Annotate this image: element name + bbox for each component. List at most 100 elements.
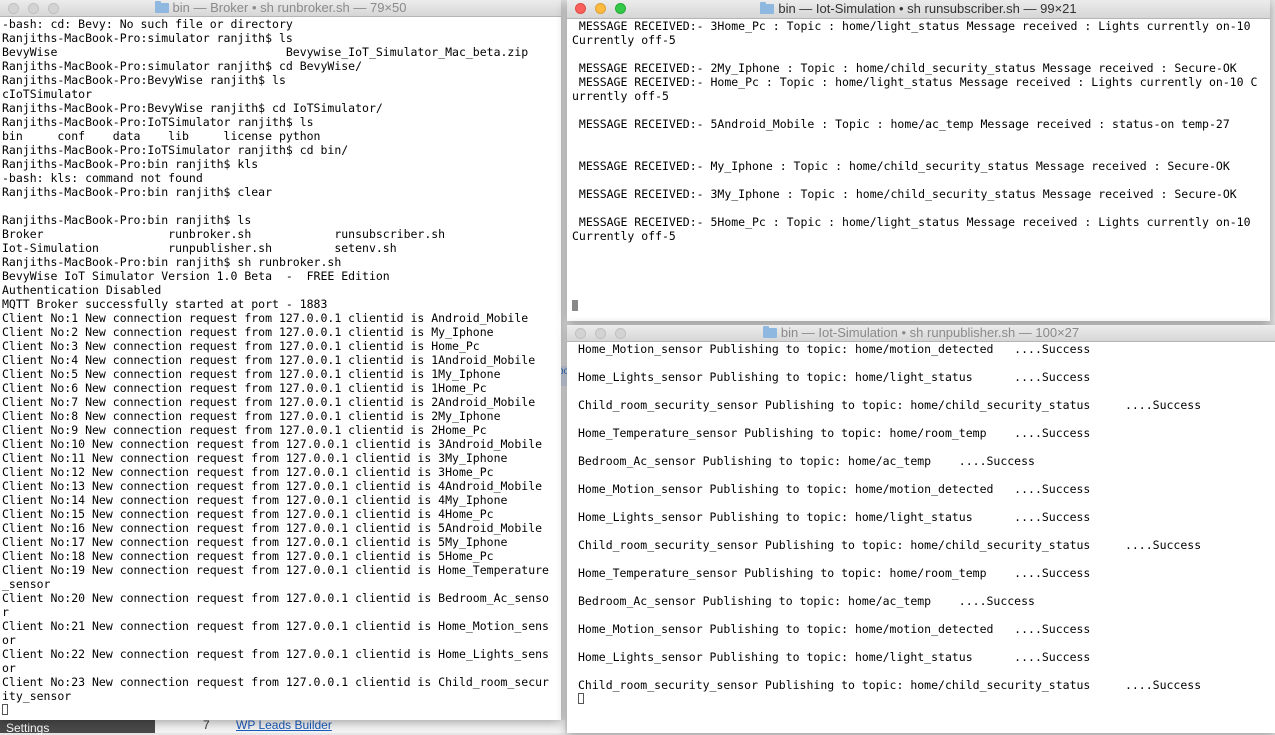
sidebar-settings-label[interactable]: Settings bbox=[6, 722, 49, 734]
terminal-line: Client No:10 New connection request from… bbox=[2, 437, 543, 451]
terminal-line: Client No:4 New connection request from … bbox=[2, 353, 536, 367]
terminal-line: Ranjiths-MacBook-Pro:BevyWise ranjith$ l… bbox=[2, 73, 286, 87]
terminal-line: or bbox=[2, 661, 16, 675]
terminal-line: BevyWise IoT Simulator Version 1.0 Beta … bbox=[2, 269, 390, 283]
terminal-line: Client No:18 New connection request from… bbox=[2, 549, 494, 563]
terminal-line: Home_Lights_sensor Publishing to topic: … bbox=[578, 510, 1091, 524]
terminal-line: Client No:20 New connection request from… bbox=[2, 591, 549, 605]
terminal-line: Home_Temperature_sensor Publishing to to… bbox=[578, 566, 1091, 580]
terminal-line: Ranjiths-MacBook-Pro:simulator ranjith$ … bbox=[2, 59, 363, 73]
terminal-line: Bedroom_Ac_sensor Publishing to topic: h… bbox=[578, 454, 1035, 468]
terminal-line: Client No:5 New connection request from … bbox=[2, 367, 501, 381]
terminal-line: Currently off-5 bbox=[572, 229, 676, 243]
terminal-line: Home_Motion_sensor Publishing to topic: … bbox=[578, 622, 1091, 636]
subscriber-terminal-output[interactable]: MESSAGE RECEIVED:- 3Home_Pc : Topic : ho… bbox=[572, 19, 1270, 321]
publisher-terminal-window[interactable]: bin — Iot-Simulation • sh runpublisher.s… bbox=[567, 325, 1275, 733]
terminal-line: Client No:2 New connection request from … bbox=[2, 325, 494, 339]
terminal-line: Ranjiths-MacBook-Pro:BevyWise ranjith$ c… bbox=[2, 101, 383, 115]
folder-icon bbox=[762, 326, 777, 338]
terminal-prompt-line[interactable] bbox=[578, 692, 1275, 706]
terminal-line: Child_room_security_sensor Publishing to… bbox=[578, 538, 1202, 552]
subscriber-titlebar[interactable]: bin — Iot-Simulation • sh runsubscriber.… bbox=[567, 0, 1270, 19]
terminal-line: Iot-Simulation runpublisher.sh setenv.sh bbox=[2, 241, 397, 255]
terminal-line: cIoTSimulator bbox=[2, 87, 93, 101]
terminal-line: or bbox=[2, 633, 16, 647]
terminal-line: Ranjiths-MacBook-Pro:IoTSimulator ranjit… bbox=[2, 143, 349, 157]
terminal-line: -bash: cd: Bevy: No such file or directo… bbox=[2, 17, 293, 31]
terminal-line: Client No:15 New connection request from… bbox=[2, 507, 494, 521]
terminal-line: Client No:3 New connection request from … bbox=[2, 339, 480, 353]
publisher-terminal-output[interactable]: Home_Motion_sensor Publishing to topic: … bbox=[578, 342, 1275, 733]
terminal-line: Home_Lights_sensor Publishing to topic: … bbox=[578, 370, 1091, 384]
broker-titlebar[interactable]: bin — Broker • sh runbroker.sh — 79×50 bbox=[0, 0, 561, 17]
publisher-titlebar[interactable]: bin — Iot-Simulation • sh runpublisher.s… bbox=[567, 325, 1275, 342]
wp-leads-builder-link[interactable]: WP Leads Builder bbox=[236, 718, 332, 732]
terminal-line: Child_room_security_sensor Publishing to… bbox=[578, 398, 1202, 412]
terminal-line: MESSAGE RECEIVED:- 5Home_Pc : Topic : ho… bbox=[572, 215, 1251, 229]
terminal-line: Ranjiths-MacBook-Pro:bin ranjith$ kls bbox=[2, 157, 259, 171]
terminal-line: BevyWise Bevywise_IoT_Simulator_Mac_beta… bbox=[2, 45, 529, 59]
terminal-line: Currently off-5 bbox=[572, 33, 676, 47]
terminal-line: ity_sensor bbox=[2, 689, 72, 703]
terminal-line: Client No:13 New connection request from… bbox=[2, 479, 543, 493]
subscriber-terminal-window[interactable]: bin — Iot-Simulation • sh runsubscriber.… bbox=[567, 0, 1270, 321]
terminal-line: Client No:9 New connection request from … bbox=[2, 423, 487, 437]
terminal-line: MESSAGE RECEIVED:- 3Home_Pc : Topic : ho… bbox=[572, 19, 1251, 33]
terminal-prompt-line[interactable] bbox=[572, 299, 1270, 313]
folder-icon bbox=[760, 2, 775, 14]
terminal-line: -bash: kls: command not found bbox=[2, 171, 203, 185]
terminal-line: _sensor bbox=[2, 577, 51, 591]
terminal-cursor bbox=[572, 300, 578, 311]
terminal-line: Client No:7 New connection request from … bbox=[2, 395, 536, 409]
broker-window-title: bin — Broker • sh runbroker.sh — 79×50 bbox=[0, 0, 561, 16]
folder-icon bbox=[154, 1, 169, 13]
terminal-line: Client No:19 New connection request from… bbox=[2, 563, 549, 577]
terminal-cursor bbox=[578, 693, 584, 704]
terminal-line: MESSAGE RECEIVED:- Home_Pc : Topic : hom… bbox=[572, 75, 1258, 89]
terminal-line: Client No:21 New connection request from… bbox=[2, 619, 549, 633]
terminal-line: Home_Motion_sensor Publishing to topic: … bbox=[578, 342, 1091, 356]
terminal-line: Ranjiths-MacBook-Pro:IoTSimulator ranjit… bbox=[2, 115, 314, 129]
terminal-cursor bbox=[2, 704, 8, 715]
broker-terminal-output[interactable]: -bash: cd: Bevy: No such file or directo… bbox=[2, 17, 561, 720]
terminal-line: MESSAGE RECEIVED:- My_Iphone : Topic : h… bbox=[572, 159, 1230, 173]
terminal-line: Home_Motion_sensor Publishing to topic: … bbox=[578, 482, 1091, 496]
terminal-line: Client No:14 New connection request from… bbox=[2, 493, 508, 507]
list-number: 7 bbox=[203, 718, 210, 732]
terminal-line: MESSAGE RECEIVED:- 2My_Iphone : Topic : … bbox=[572, 61, 1237, 75]
background-page-area bbox=[155, 720, 565, 733]
subscriber-window-title: bin — Iot-Simulation • sh runsubscriber.… bbox=[567, 0, 1270, 18]
terminal-line: Authentication Disabled bbox=[2, 283, 162, 297]
terminal-line: r bbox=[2, 605, 9, 619]
terminal-line: Home_Temperature_sensor Publishing to to… bbox=[578, 426, 1091, 440]
terminal-line: Ranjiths-MacBook-Pro:bin ranjith$ sh run… bbox=[2, 255, 342, 269]
terminal-line: Ranjiths-MacBook-Pro:bin ranjith$ ls bbox=[2, 213, 252, 227]
terminal-line: Client No:12 New connection request from… bbox=[2, 465, 494, 479]
broker-terminal-window[interactable]: bin — Broker • sh runbroker.sh — 79×50 -… bbox=[0, 0, 561, 720]
terminal-prompt-line[interactable] bbox=[2, 703, 561, 717]
terminal-line: Client No:23 New connection request from… bbox=[2, 675, 549, 689]
terminal-line: Client No:6 New connection request from … bbox=[2, 381, 487, 395]
terminal-line: bin conf data lib license python bbox=[2, 129, 321, 143]
terminal-line: Child_room_security_sensor Publishing to… bbox=[578, 678, 1202, 692]
terminal-line: Client No:11 New connection request from… bbox=[2, 451, 508, 465]
